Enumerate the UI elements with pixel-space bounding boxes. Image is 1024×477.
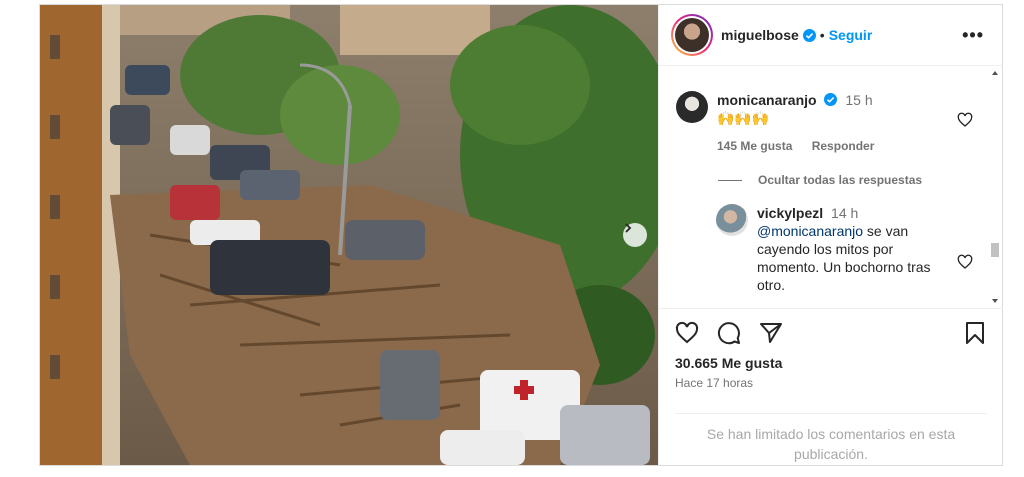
reply-time[interactable]: 14 h xyxy=(831,205,858,221)
heart-icon[interactable] xyxy=(957,254,973,270)
comment-avatar[interactable] xyxy=(676,91,708,123)
follow-button[interactable]: Seguir xyxy=(829,27,873,43)
comment-username[interactable]: monicanaranjo xyxy=(717,92,817,108)
author-avatar[interactable] xyxy=(671,14,713,56)
reply-body: vickylpezl 14 h @monicanaranjo se van ca… xyxy=(757,204,947,294)
next-image-button[interactable] xyxy=(623,223,647,247)
scroll-down-arrow-icon[interactable] xyxy=(992,299,998,303)
separator: • xyxy=(819,27,825,43)
post-side-panel: miguelbose • Seguir ••• monicanaranjo 15… xyxy=(658,5,1003,465)
post-actions xyxy=(659,308,1003,355)
reply-button[interactable]: Responder xyxy=(812,139,875,153)
hide-replies-button[interactable]: Ocultar todas las respuestas xyxy=(718,173,922,187)
reply-avatar[interactable] xyxy=(716,204,748,236)
scroll-up-arrow-icon[interactable] xyxy=(992,71,998,75)
comment-time[interactable]: 15 h xyxy=(845,92,872,108)
comment-text: 🙌🙌🙌 xyxy=(717,110,770,126)
chevron-right-icon xyxy=(625,223,632,233)
share-icon[interactable] xyxy=(759,321,783,345)
comments-scrollbar[interactable] xyxy=(990,67,1000,307)
heart-icon[interactable] xyxy=(957,112,973,128)
flood-debris-photo xyxy=(40,5,658,465)
verified-badge-icon xyxy=(824,93,838,106)
comment-icon[interactable] xyxy=(717,321,741,345)
post-image[interactable] xyxy=(40,5,658,465)
comment-meta: 145 Me gusta Responder xyxy=(717,137,947,155)
comment-body: monicanaranjo 15 h 🙌🙌🙌 145 Me gusta Resp… xyxy=(717,91,947,155)
comments-list[interactable]: monicanaranjo 15 h 🙌🙌🙌 145 Me gusta Resp… xyxy=(659,67,1003,307)
scrollbar-thumb[interactable] xyxy=(991,243,999,257)
reply-text: @monicanaranjo se van cayendo los mitos … xyxy=(757,222,947,294)
reply-mention[interactable]: @monicanaranjo xyxy=(757,223,863,239)
instagram-post: miguelbose • Seguir ••• monicanaranjo 15… xyxy=(39,4,1003,466)
comments-limited-notice: Se han limitado los comentarios en esta … xyxy=(675,413,987,464)
heart-icon[interactable] xyxy=(675,321,699,345)
author-username[interactable]: miguelbose xyxy=(721,27,799,43)
post-timestamp[interactable]: Hace 17 horas xyxy=(675,376,753,390)
bookmark-icon[interactable] xyxy=(963,321,987,345)
verified-badge-icon xyxy=(802,28,816,42)
comment-likes[interactable]: 145 Me gusta xyxy=(717,139,792,153)
reply-username[interactable]: vickylpezl xyxy=(757,205,823,221)
likes-count[interactable]: 30.665 Me gusta xyxy=(675,355,782,371)
more-options-icon[interactable]: ••• xyxy=(962,25,984,46)
post-header: miguelbose • Seguir ••• xyxy=(659,5,1002,66)
hide-replies-label: Ocultar todas las respuestas xyxy=(758,173,923,187)
